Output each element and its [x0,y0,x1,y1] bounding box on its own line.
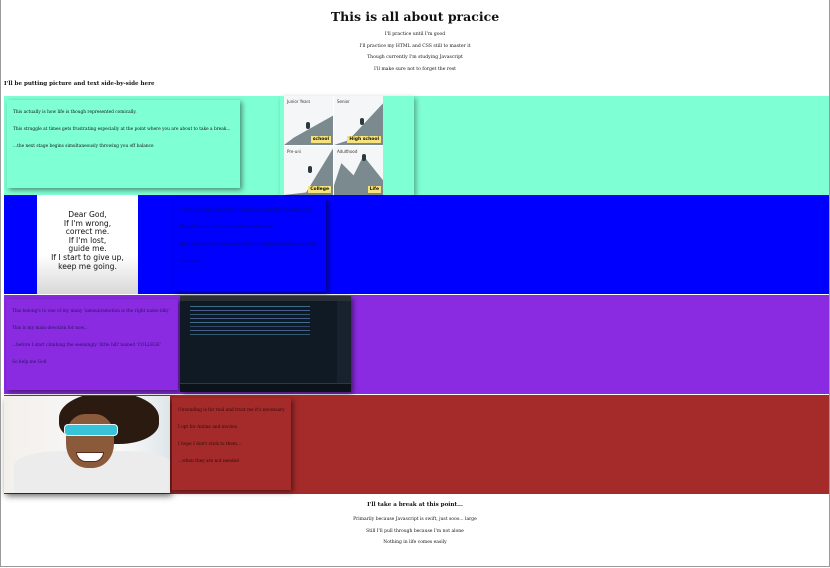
closing-title: I'll take a break at this point... [367,502,463,508]
comic-caption: Junior Years [287,99,311,104]
blue-section: Dear God, If I'm wrong, correct me. If I… [4,195,829,294]
comic-caption: Adulthood [337,149,358,154]
purple-paragraph: So help me God [12,360,47,365]
aqua-paragraph: This actually is how life is though repr… [13,110,137,115]
closing-line: Nothing in life comes easily [383,540,447,545]
purple-section: This belong's to one of my many 'iamsun(… [4,295,829,394]
comic-panel: Junior Years school [284,96,333,145]
page-title: This is all about pracice [330,9,500,24]
aqua-section: This actually is how life is though repr… [4,96,829,195]
intro-line: I'll make sure not to forget the rest [373,66,457,72]
brown-paragraph: Unwinding is for real and trust me it's … [178,408,285,413]
intro-line: I'll practice my HTML and CSS still to m… [359,43,471,49]
comic-caption: Senior [337,99,350,104]
comic-tag: Life [367,186,381,193]
closing-line: Primarily because Javascript is swift, j… [353,517,477,522]
intro-line: I'll practice until I'm good [384,32,446,37]
comic-tag: College [308,186,331,193]
section-subheading: I'll be putting picture and text side-by… [4,81,155,87]
aqua-paragraph: This struggle at times gets frustrating … [13,127,231,132]
blue-paragraph: I held on to this scripture. Things are … [180,208,313,213]
brown-paragraph: I hope I don't stick to them... [178,442,242,447]
brown-text-box: Unwinding is for real and trust me it's … [172,398,291,490]
closing-line: Still I'll pull through because I'm not … [366,528,464,534]
aqua-text-box: This actually is how life is though repr… [7,100,240,188]
comic-panel: Senior High school [334,96,383,145]
intro-text: I'll practice until I'm good I'll practi… [0,29,830,75]
comic-caption: Pre-uni [287,149,301,154]
brown-paragraph: I opt for Anime and movies [178,425,237,430]
blue-paragraph: But I do know he's with me and I'll be a… [180,242,317,264]
blue-paragraph: Honestly I'm not even sure how to feel n… [180,225,275,230]
anime-character-image [4,396,170,493]
brown-section: Unwinding is for real and trust me it's … [4,395,829,494]
comic-tag: school [310,136,331,143]
comic-tag: High school [347,136,381,143]
prayer-line: keep me going. [58,261,117,271]
purple-text-box: This belong's to one of my many 'iamsun(… [6,299,178,390]
blue-text-box: I held on to this scripture. Things are … [174,198,326,291]
purple-paragraph: ...before I start climbing the seemingly… [12,343,162,348]
purple-paragraph: This is my main devotion for now... [12,326,88,331]
intro-line: Though currently I'm studying Javascript [367,55,463,60]
closing-text: Primarily because Javascript is swift, j… [0,514,830,549]
comic-life-stages-image: Junior Years school Senior High school P… [284,96,383,195]
purple-paragraph: This belong's to one of my many 'iamsun(… [12,309,170,314]
comic-panel: Adulthood Life [334,146,383,195]
prayer-quote-image: Dear God, If I'm wrong, correct me. If I… [37,195,138,294]
comic-panel: Pre-uni College [284,146,333,195]
brown-paragraph: ...when they are not needed [178,459,239,464]
aqua-paragraph: ...the next stage begins simultaneously … [13,144,154,149]
code-editor-screenshot-image [180,296,351,392]
